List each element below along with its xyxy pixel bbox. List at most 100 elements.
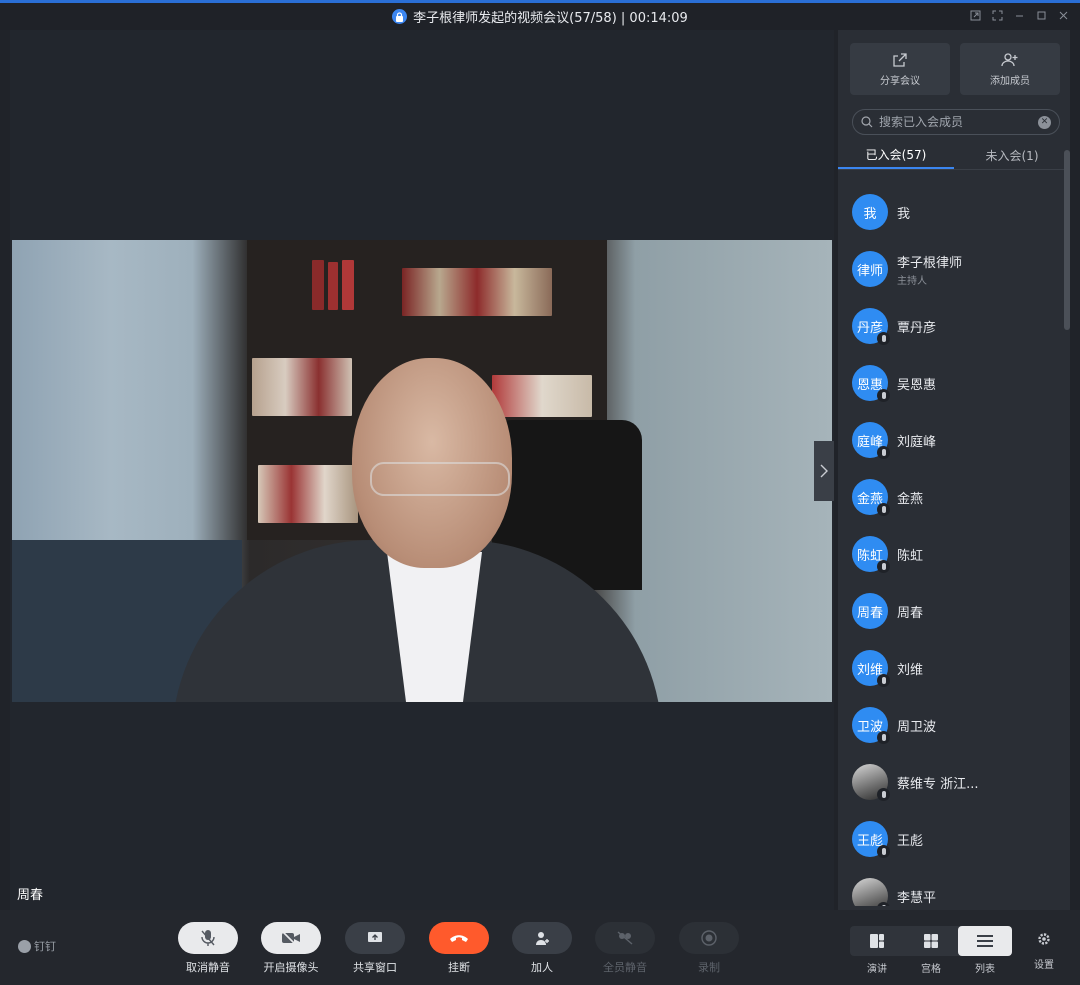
mic-off-icon: [877, 446, 890, 459]
list-item[interactable]: 卫波 周卫波: [852, 705, 1062, 745]
minimize-icon[interactable]: [1012, 8, 1026, 22]
title-bar: 李子根律师发起的视频会议(57/58) | 00:14:09: [0, 3, 1080, 30]
list-item[interactable]: 金燕 金燕: [852, 477, 1062, 517]
list-view-label: 列表: [975, 964, 995, 975]
search-icon: [861, 116, 873, 128]
member-name: 陈虹: [897, 548, 924, 564]
record-icon: [701, 930, 717, 946]
tab-not-joined[interactable]: 未入会(1): [954, 142, 1070, 169]
mic-off-icon: [877, 902, 890, 906]
hangup-button[interactable]: 挂断: [427, 922, 491, 975]
phone-hangup-icon: [450, 935, 468, 942]
unmute-button[interactable]: 取消静音: [176, 922, 240, 975]
settings-button[interactable]: 设置: [1030, 932, 1058, 971]
add-user-icon: [536, 932, 549, 945]
list-item[interactable]: 王彪 王彪: [852, 819, 1062, 859]
avatar: 金燕: [852, 479, 890, 516]
avatar: 我: [852, 194, 888, 230]
collapse-sidebar-handle[interactable]: [814, 441, 834, 501]
avatar: 刘维: [852, 650, 890, 687]
lock-icon: [392, 9, 408, 24]
popout-icon[interactable]: [968, 8, 982, 22]
mute-all-button[interactable]: 全员静音: [593, 922, 657, 975]
app-brand: 钉钉: [18, 938, 56, 954]
book-row: [402, 268, 552, 316]
tab-joined[interactable]: 已入会(57): [838, 142, 954, 169]
mic-off-icon: [877, 332, 890, 345]
add-member-button[interactable]: 添加成员: [960, 43, 1060, 95]
mic-off-icon: [877, 389, 890, 402]
avatar: 庭峰: [852, 422, 890, 459]
clear-search-icon[interactable]: ✕: [1038, 115, 1051, 129]
video-stage: 周春: [10, 30, 834, 910]
screen-share-icon: [368, 932, 382, 942]
speaker-view-button[interactable]: [850, 926, 904, 956]
settings-label: 设置: [1034, 960, 1054, 971]
speaker-view-icon: [870, 934, 884, 948]
maximize-icon[interactable]: [1034, 8, 1048, 22]
member-role: 主持人: [897, 275, 927, 287]
fullscreen-icon[interactable]: [990, 8, 1004, 22]
member-search[interactable]: ✕: [852, 109, 1060, 135]
member-list: 我 我 律师 李子根律师 主持人 丹彦 覃丹彦 恩惠 吴恩惠 庭峰 刘庭峰 金燕…: [838, 180, 1070, 906]
speaker-view-label: 演讲: [867, 964, 887, 975]
participants-sidebar: 分享会议 添加成员 ✕ 已入会(57) 未入会(1) 我 我 律师 李子根律师 …: [838, 30, 1070, 910]
mic-off-icon: [877, 560, 890, 573]
grid-view-button[interactable]: [904, 926, 958, 956]
share-meeting-button[interactable]: 分享会议: [850, 43, 950, 95]
camera-button[interactable]: 开启摄像头: [259, 922, 323, 975]
speaker-video[interactable]: [12, 240, 832, 702]
book: [328, 262, 338, 310]
list-view-button[interactable]: [958, 926, 1012, 956]
add-user-icon: [1001, 52, 1018, 66]
list-item[interactable]: 庭峰 刘庭峰: [852, 420, 1062, 460]
dingtalk-logo-icon: [18, 939, 31, 953]
view-mode-switcher: [850, 926, 1012, 956]
member-tabs: 已入会(57) 未入会(1): [838, 142, 1070, 170]
member-list-scrollbar[interactable]: [1064, 150, 1070, 330]
search-input[interactable]: [879, 115, 1029, 129]
add-member-label: 添加成员: [990, 75, 1030, 87]
member-name: 李子根律师: [897, 255, 963, 271]
mic-off-icon: [877, 845, 890, 858]
mute-all-icon: [617, 931, 633, 945]
meeting-toolbar: 钉钉 取消静音 开启摄像头 共享窗口 挂断 加人 全员静音 录制 演讲 宫格 列…: [0, 910, 1080, 985]
list-item[interactable]: 丹彦 覃丹彦: [852, 306, 1062, 346]
record-button[interactable]: 录制: [677, 922, 741, 975]
member-name: 金燕: [897, 491, 924, 507]
grid-view-label: 宫格: [921, 964, 941, 975]
avatar: 恩惠: [852, 365, 890, 402]
list-item[interactable]: 李慧平: [852, 876, 1062, 906]
book-row: [492, 375, 592, 417]
avatar: [852, 878, 890, 906]
member-name: 覃丹彦: [897, 320, 937, 336]
book: [342, 260, 354, 310]
list-item[interactable]: 律师 李子根律师 主持人: [852, 249, 1062, 289]
avatar: 陈虹: [852, 536, 890, 573]
view-mode-labels: 演讲 宫格 列表: [850, 960, 1012, 975]
avatar: 周春: [852, 593, 888, 629]
member-name: 李慧平: [897, 890, 937, 906]
close-icon[interactable]: [1056, 8, 1070, 22]
list-item[interactable]: 刘维 刘维: [852, 648, 1062, 688]
mic-off-icon: [877, 674, 890, 687]
member-name: 周卫波: [897, 719, 937, 735]
add-person-button[interactable]: 加人: [510, 922, 574, 975]
book: [312, 260, 324, 310]
member-name: 周春: [897, 605, 924, 621]
mic-off-icon: [877, 731, 890, 744]
list-item[interactable]: 恩惠 吴恩惠: [852, 363, 1062, 403]
window-controls: [968, 8, 1070, 22]
list-item[interactable]: 陈虹 陈虹: [852, 534, 1062, 574]
avatar: 律师: [852, 251, 888, 287]
member-name: 王彪: [897, 833, 924, 849]
list-item[interactable]: 我 我: [852, 192, 1062, 232]
speaker-name-label: 周春: [17, 888, 44, 903]
member-name: 吴恩惠: [897, 377, 937, 393]
avatar: 丹彦: [852, 308, 890, 345]
list-item[interactable]: 周春 周春: [852, 591, 1062, 631]
avatar: [852, 764, 890, 801]
avatar: 王彪: [852, 821, 890, 858]
list-item[interactable]: 蔡维专 浙江...: [852, 762, 1062, 802]
share-window-button[interactable]: 共享窗口: [343, 922, 407, 975]
